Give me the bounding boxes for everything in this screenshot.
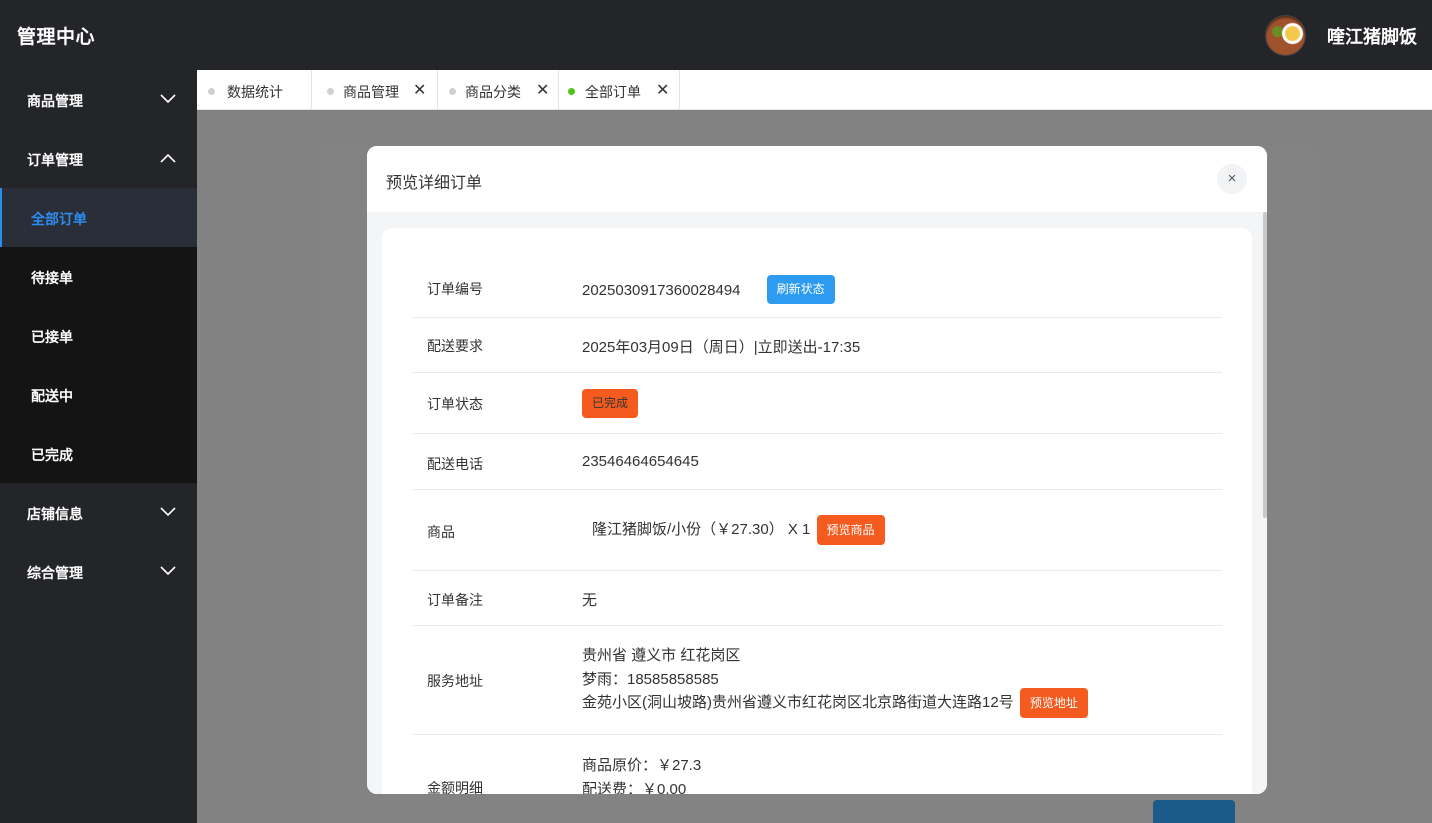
tab-status-dot xyxy=(449,88,456,95)
sidebar-item-label: 待接单 xyxy=(31,270,73,286)
close-icon[interactable]: ✕ xyxy=(656,80,669,100)
amount-delivery-fee: 配送费：￥0.00 xyxy=(582,781,687,794)
address-line-contact: 梦雨：18585858585 xyxy=(582,671,719,688)
chevron-down-icon xyxy=(160,566,176,576)
sidebar-menu-label: 综合管理 xyxy=(27,565,83,581)
field-label: 金额明细 xyxy=(427,780,483,794)
field-label: 商品 xyxy=(427,524,455,540)
app-brand: 管理中心 xyxy=(17,27,96,48)
goods-row: 商品 隆江猪脚饭/小份（￥27.30） X 1 预览商品 xyxy=(412,490,1222,571)
preview-address-button[interactable]: 预览地址 xyxy=(1019,688,1088,718)
tab-label: 全部订单 xyxy=(585,84,641,100)
remark-value: 无 xyxy=(582,592,598,609)
sidebar-menu-label: 订单管理 xyxy=(27,152,83,168)
address-detail-text: 金苑小区(洞山坡路)贵州省遵义市红花岗区北京路街道大连路12号 xyxy=(582,694,1014,711)
refresh-status-button[interactable]: 刷新状态 xyxy=(766,275,835,304)
tab-status-dot xyxy=(568,88,575,95)
sidebar-menu-shop-info[interactable]: 店铺信息 xyxy=(0,483,197,542)
chevron-down-icon xyxy=(160,94,176,104)
chevron-down-icon xyxy=(160,507,176,517)
field-label: 配送要求 xyxy=(427,338,483,354)
goods-text: 隆江猪脚饭/小份（￥27.30） X 1 xyxy=(592,521,811,538)
dialog-header: 预览详细订单 × xyxy=(367,146,1267,212)
sidebar-item-label: 全部订单 xyxy=(31,211,87,227)
sidebar-menu-general[interactable]: 综合管理 xyxy=(0,542,197,601)
sidebar-item-delivering[interactable]: 配送中 xyxy=(0,365,197,424)
tab-goods-manage[interactable]: 商品管理 ✕ xyxy=(312,70,438,110)
close-icon[interactable]: ✕ xyxy=(413,80,426,100)
goods-value: 隆江猪脚饭/小份（￥27.30） X 1 预览商品 xyxy=(592,515,885,545)
tab-label: 数据统计 xyxy=(227,84,283,100)
delivery-phone-value: 23546464654645 xyxy=(582,453,699,470)
sidebar-item-label: 已接单 xyxy=(31,329,73,345)
dialog-body: 订单编号 2025030917360028494 刷新状态 配送要求 2025年… xyxy=(367,212,1267,794)
top-header: 管理中心 喹江猪脚饭 xyxy=(0,0,1432,70)
field-label: 订单状态 xyxy=(427,396,483,412)
tab-status-dot xyxy=(327,88,334,95)
close-icon[interactable]: × xyxy=(1217,164,1247,194)
sidebar-menu-goods[interactable]: 商品管理 xyxy=(0,70,197,129)
amount-original-price: 商品原价：￥27.3 xyxy=(582,757,702,774)
sidebar-item-pending[interactable]: 待接单 xyxy=(0,247,197,306)
order-status-row: 订单状态 已完成 xyxy=(412,373,1222,434)
order-no-row: 订单编号 2025030917360028494 刷新状态 xyxy=(412,258,1222,318)
sidebar-menu-label: 店铺信息 xyxy=(27,506,83,522)
sidebar-menu-orders[interactable]: 订单管理 xyxy=(0,129,197,188)
order-detail-panel: 订单编号 2025030917360028494 刷新状态 配送要求 2025年… xyxy=(382,228,1252,794)
address-line-region: 贵州省 遵义市 红花岗区 xyxy=(582,647,741,664)
tab-label: 商品分类 xyxy=(465,84,521,100)
field-label: 配送电话 xyxy=(427,456,483,472)
status-badge: 已完成 xyxy=(582,389,638,418)
tab-status-dot xyxy=(208,88,215,95)
delivery-phone-row: 配送电话 23546464654645 xyxy=(412,434,1222,490)
order-no-text: 2025030917360028494 xyxy=(582,282,741,299)
sidebar-item-label: 配送中 xyxy=(31,388,73,404)
delivery-requirement-value: 2025年03月09日（周日）|立即送出-17:35 xyxy=(582,339,861,356)
remark-row: 订单备注 无 xyxy=(412,571,1222,626)
tab-all-orders[interactable]: 全部订单 ✕ xyxy=(559,70,680,110)
delivery-requirement-row: 配送要求 2025年03月09日（周日）|立即送出-17:35 xyxy=(412,318,1222,373)
tab-data-stats[interactable]: 数据统计 xyxy=(197,70,312,110)
amount-row: 金额明细 商品原价：￥27.3 配送费：￥0.00 xyxy=(412,735,1222,794)
sidebar-item-completed[interactable]: 已完成 xyxy=(0,424,197,483)
background-action-button xyxy=(1153,800,1235,823)
shop-name[interactable]: 喹江猪脚饭 xyxy=(1327,23,1417,49)
order-no-value: 2025030917360028494 刷新状态 xyxy=(582,275,835,306)
sidebar-item-label: 已完成 xyxy=(31,447,73,463)
orders-submenu: 全部订单 待接单 已接单 配送中 已完成 xyxy=(0,188,197,483)
field-label: 订单编号 xyxy=(427,281,483,297)
sidebar: 商品管理 订单管理 全部订单 待接单 已接单 配送中 已完成 店铺信息 综合管理 xyxy=(0,70,197,823)
tab-label: 商品管理 xyxy=(343,84,399,100)
field-label: 订单备注 xyxy=(427,592,483,608)
shop-avatar[interactable] xyxy=(1265,15,1306,56)
close-icon[interactable]: ✕ xyxy=(536,80,549,100)
tab-goods-category[interactable]: 商品分类 ✕ xyxy=(438,70,559,110)
sidebar-item-accepted[interactable]: 已接单 xyxy=(0,306,197,365)
sidebar-menu-label: 商品管理 xyxy=(27,93,83,109)
tab-bar: 数据统计 商品管理 ✕ 商品分类 ✕ 全部订单 ✕ xyxy=(197,70,1432,110)
field-label: 服务地址 xyxy=(427,673,483,689)
order-detail-dialog: 预览详细订单 × 订单编号 2025030917360028494 刷新状态 配… xyxy=(367,146,1267,794)
chevron-up-icon xyxy=(160,153,176,163)
address-line-detail: 金苑小区(洞山坡路)贵州省遵义市红花岗区北京路街道大连路12号 预览地址 xyxy=(582,688,1088,718)
dialog-scrollbar[interactable] xyxy=(1263,212,1267,518)
dialog-title: 预览详细订单 xyxy=(386,175,483,192)
sidebar-item-all-orders[interactable]: 全部订单 xyxy=(0,188,197,247)
address-row: 服务地址 贵州省 遵义市 红花岗区 梦雨：18585858585 金苑小区(洞山… xyxy=(412,626,1222,735)
preview-goods-button[interactable]: 预览商品 xyxy=(816,515,885,545)
